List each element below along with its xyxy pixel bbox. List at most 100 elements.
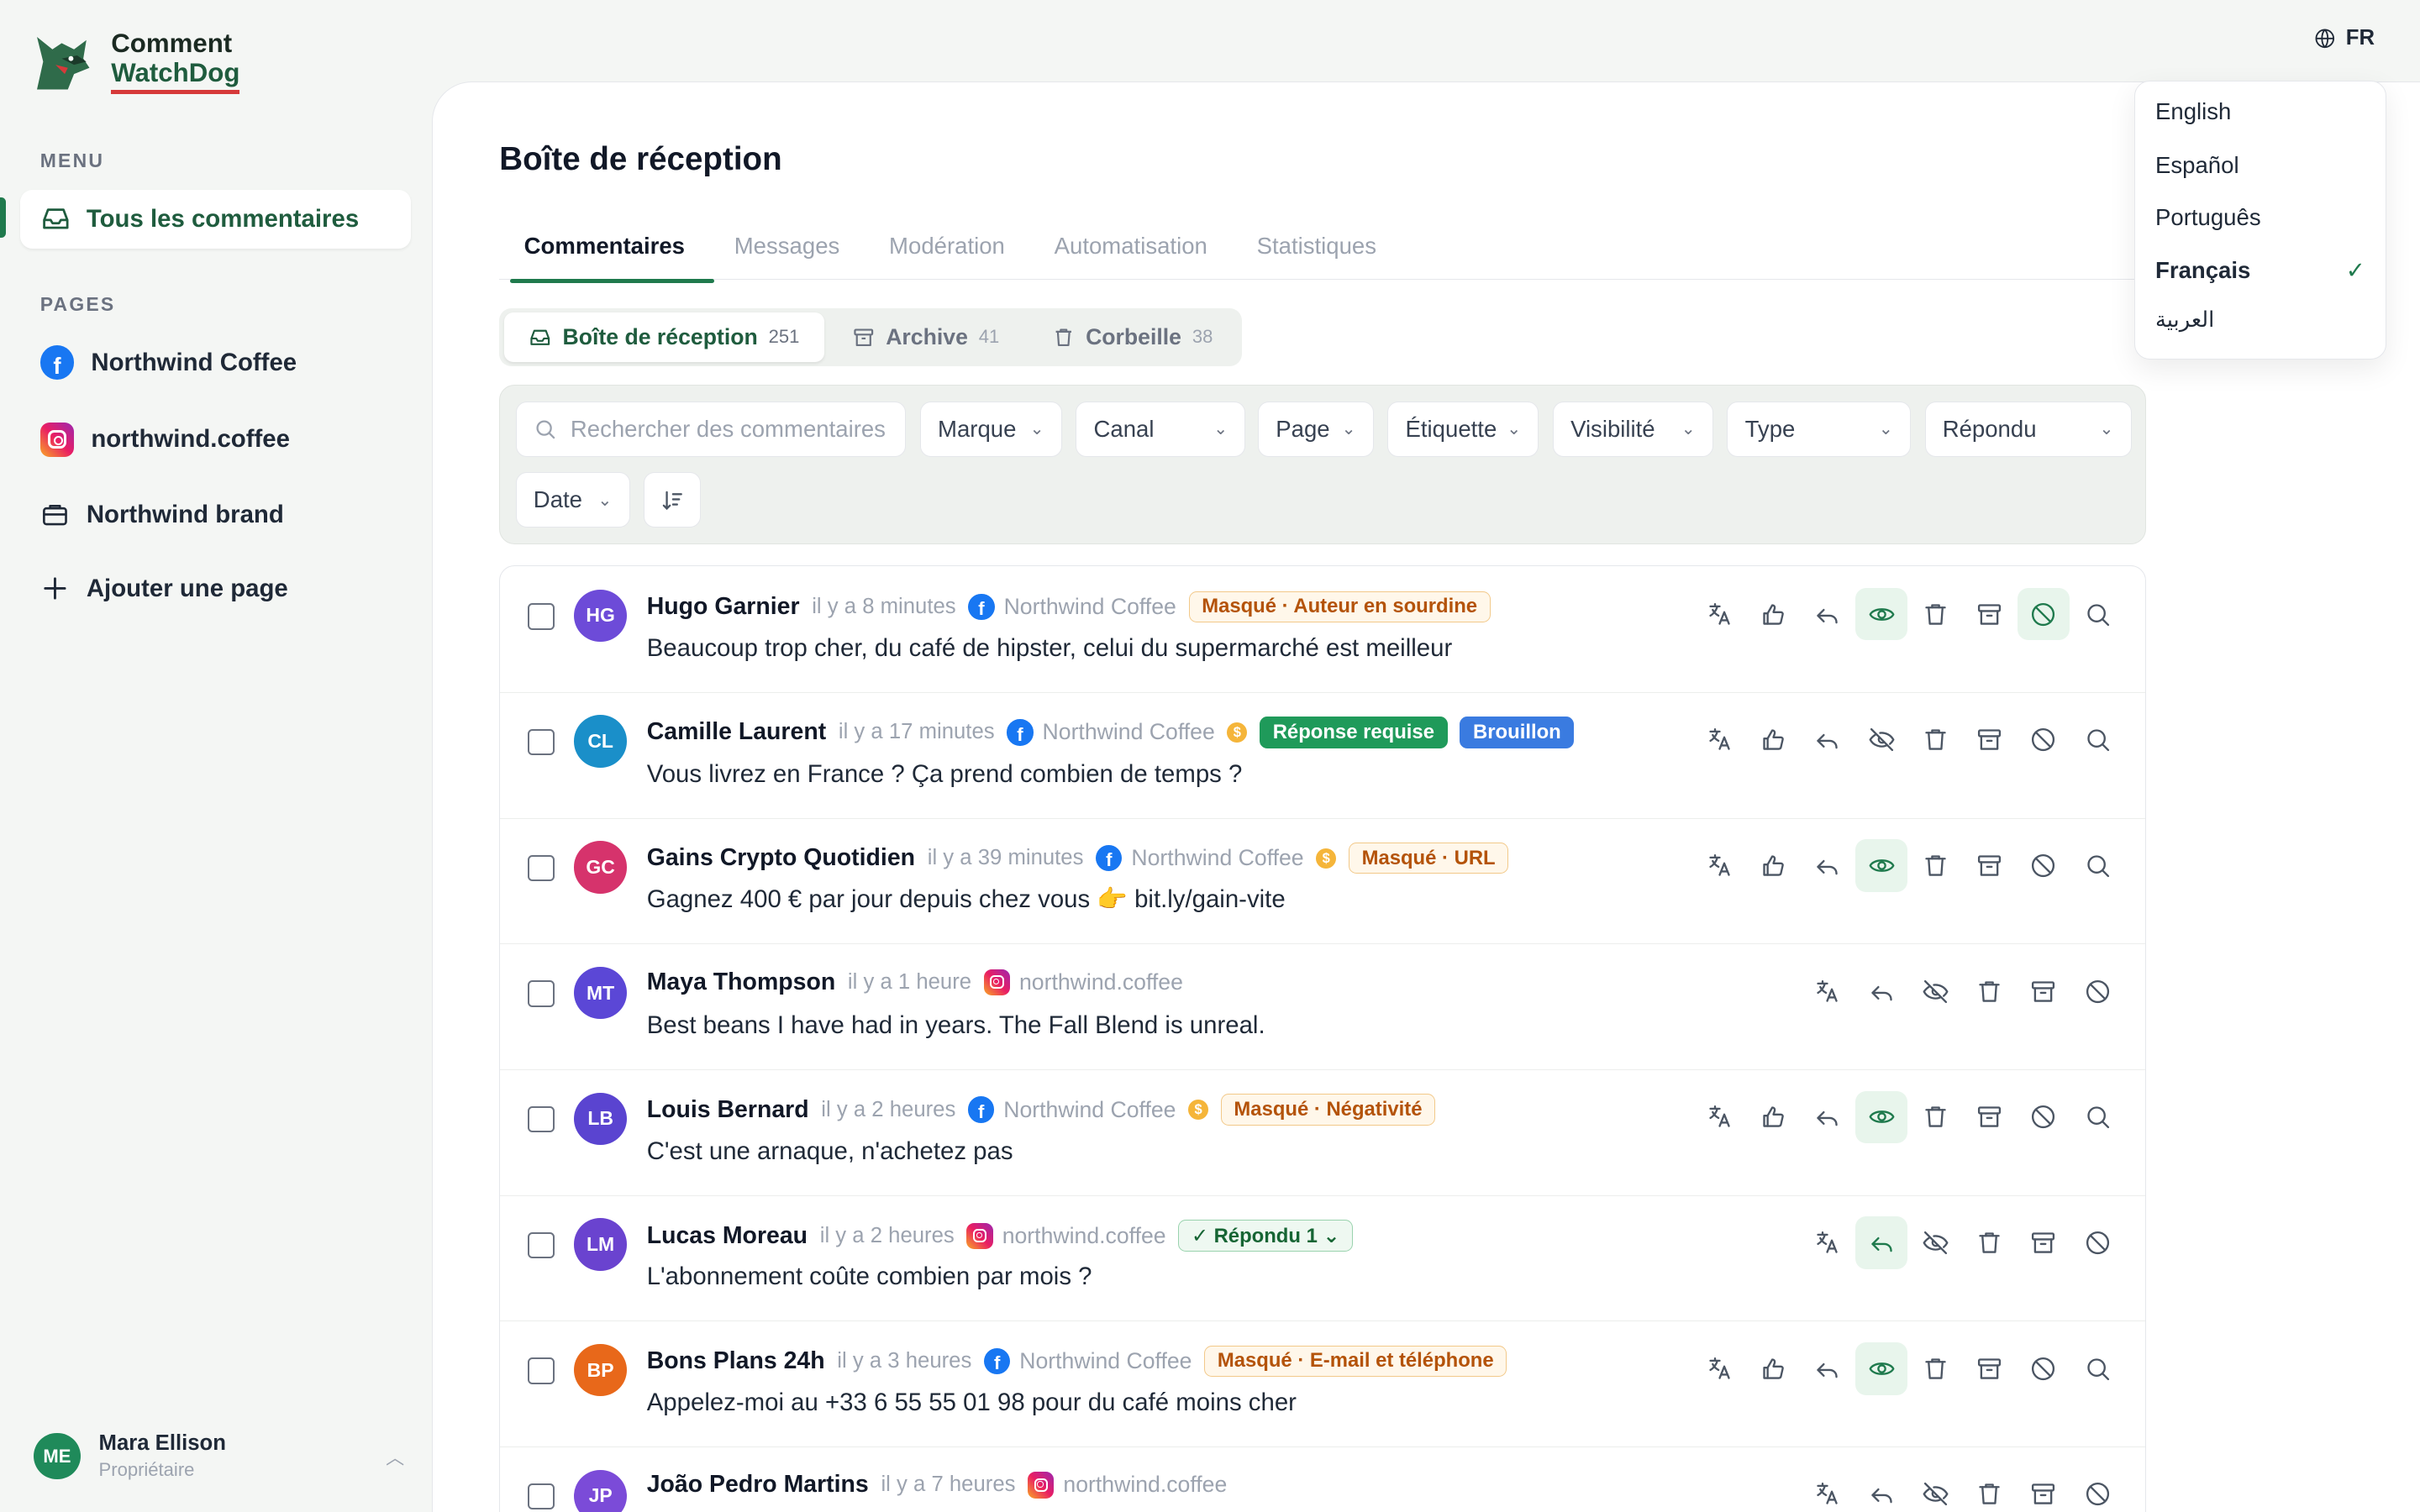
user-menu[interactable]: ME Mara Ellison Propriétaire ︿ (34, 1431, 404, 1481)
language-option-portuguese[interactable]: Português (2155, 204, 2365, 231)
trash-button[interactable] (1909, 588, 1961, 640)
language-option-english[interactable]: English (2155, 98, 2365, 125)
trash-button[interactable] (1909, 839, 1961, 891)
translate-button[interactable] (1693, 839, 1745, 891)
row-checkbox[interactable] (528, 1357, 555, 1384)
reply-button[interactable] (1802, 1091, 1854, 1143)
filter-page[interactable]: Page ⌄ (1258, 401, 1374, 457)
trash-button[interactable] (1909, 1342, 1961, 1394)
author-name[interactable]: Camille Laurent (647, 718, 826, 746)
language-option-french[interactable]: Français ✓ (2155, 257, 2365, 284)
reply-button[interactable] (1802, 714, 1854, 766)
comment-row[interactable]: LM Lucas Moreau il y a 2 heures northwin… (500, 1195, 2145, 1322)
translate-button[interactable] (1693, 714, 1745, 766)
author-name[interactable]: Bons Plans 24h (647, 1347, 825, 1375)
tab-moderation[interactable]: Modération (865, 226, 1030, 280)
trash-button[interactable] (1909, 1091, 1961, 1143)
filter-type[interactable]: Type ⌄ (1727, 401, 1911, 457)
search-input[interactable]: Rechercher des commentaires... (515, 401, 907, 457)
filter-channel[interactable]: Canal ⌄ (1076, 401, 1246, 457)
language-switcher[interactable]: FR (2313, 26, 2375, 50)
like-button[interactable] (1747, 714, 1799, 766)
comment-row[interactable]: HG Hugo Garnier il y a 8 minutes f Northw… (500, 566, 2145, 693)
search-button[interactable] (2071, 1342, 2123, 1394)
segment-trash[interactable]: Corbeille 38 (1027, 312, 1237, 362)
eyeoff-button[interactable] (1909, 1468, 1961, 1512)
archive-button[interactable] (2018, 1216, 2070, 1268)
search-button[interactable] (2071, 588, 2123, 640)
reply-button[interactable] (1802, 839, 1854, 891)
row-checkbox[interactable] (528, 1106, 555, 1133)
translate-button[interactable] (1802, 1216, 1854, 1268)
reply-button[interactable] (1802, 588, 1854, 640)
eye-button[interactable] (1854, 587, 1908, 641)
translate-button[interactable] (1693, 1342, 1745, 1394)
sort-button[interactable] (644, 472, 701, 528)
ban-button[interactable] (2017, 587, 2070, 641)
eye-button[interactable] (1854, 839, 1908, 892)
like-button[interactable] (1747, 839, 1799, 891)
filter-visibility[interactable]: Visibilité ⌄ (1552, 401, 1713, 457)
author-name[interactable]: Louis Bernard (647, 1096, 809, 1124)
comment-row[interactable]: BP Bons Plans 24h il y a 3 heures f North… (500, 1320, 2145, 1447)
eye-button[interactable] (1854, 1090, 1908, 1144)
author-name[interactable]: Maya Thompson (647, 969, 836, 996)
comment-row[interactable]: LB Louis Bernard il y a 2 heures f Northw… (500, 1069, 2145, 1196)
filter-brand[interactable]: Marque ⌄ (919, 401, 1062, 457)
reply-button[interactable] (1855, 965, 1907, 1017)
trash-button[interactable] (1963, 965, 2015, 1017)
row-checkbox[interactable] (528, 980, 555, 1007)
sidebar-page-northwind-brand[interactable]: Northwind brand (40, 500, 284, 529)
eye-button[interactable] (1854, 1342, 1908, 1395)
add-page-button[interactable]: Ajouter une page (40, 574, 288, 603)
filter-tag[interactable]: Étiquette ⌄ (1387, 401, 1539, 457)
tab-messages[interactable]: Messages (709, 226, 864, 280)
segment-archive[interactable]: Archive 41 (827, 312, 1023, 362)
archive-button[interactable] (1963, 588, 2015, 640)
author-name[interactable]: Hugo Garnier (647, 593, 800, 621)
reply-button[interactable] (1855, 1468, 1907, 1512)
translate-button[interactable] (1693, 1091, 1745, 1143)
author-name[interactable]: Lucas Moreau (647, 1222, 808, 1250)
status-badge[interactable]: ✓ Répondu 1 ⌄ (1178, 1220, 1354, 1252)
row-checkbox[interactable] (528, 728, 555, 756)
filter-replied[interactable]: Répondu ⌄ (1924, 401, 2132, 457)
archive-button[interactable] (2018, 1468, 2070, 1512)
tab-comments[interactable]: Commentaires (499, 226, 715, 284)
translate-button[interactable] (1802, 965, 1854, 1017)
like-button[interactable] (1747, 1091, 1799, 1143)
search-button[interactable] (2071, 1091, 2123, 1143)
ban-button[interactable] (2071, 965, 2123, 1017)
like-button[interactable] (1747, 1342, 1799, 1394)
ban-button[interactable] (2018, 714, 2070, 766)
comment-row[interactable]: JP João Pedro Martins il y a 7 heures no… (500, 1446, 2145, 1512)
translate-button[interactable] (1693, 588, 1745, 640)
comment-row[interactable]: MT Maya Thompson il y a 1 heure northwin… (500, 943, 2145, 1070)
search-button[interactable] (2071, 839, 2123, 891)
translate-button[interactable] (1802, 1468, 1854, 1512)
like-button[interactable] (1747, 588, 1799, 640)
row-checkbox[interactable] (528, 603, 555, 630)
app-logo[interactable]: Comment WatchDog (28, 28, 240, 96)
ban-button[interactable] (2018, 1342, 2070, 1394)
ban-button[interactable] (2071, 1216, 2123, 1268)
row-checkbox[interactable] (528, 1231, 555, 1258)
trash-button[interactable] (1963, 1216, 2015, 1268)
sidebar-item-all-comments[interactable]: Tous les commentaires (19, 189, 411, 249)
tab-automation[interactable]: Automatisation (1029, 226, 1232, 280)
ban-button[interactable] (2018, 1091, 2070, 1143)
ban-button[interactable] (2018, 839, 2070, 891)
row-checkbox[interactable] (528, 854, 555, 881)
comment-row[interactable]: CL Camille Laurent il y a 17 minutes f No… (500, 692, 2145, 819)
language-option-spanish[interactable]: Español (2155, 152, 2365, 179)
author-name[interactable]: Gains Crypto Quotidien (647, 844, 915, 872)
eyeoff-button[interactable] (1909, 965, 1961, 1017)
tab-statistics[interactable]: Statistiques (1232, 226, 1401, 280)
filter-date[interactable]: Date ⌄ (515, 472, 630, 528)
reply-button[interactable] (1802, 1342, 1854, 1394)
reply-button[interactable] (1854, 1216, 1908, 1269)
archive-button[interactable] (2018, 965, 2070, 1017)
archive-button[interactable] (1963, 714, 2015, 766)
archive-button[interactable] (1963, 1091, 2015, 1143)
sidebar-page-northwind-coffee[interactable]: f Northwind Coffee (39, 345, 297, 380)
